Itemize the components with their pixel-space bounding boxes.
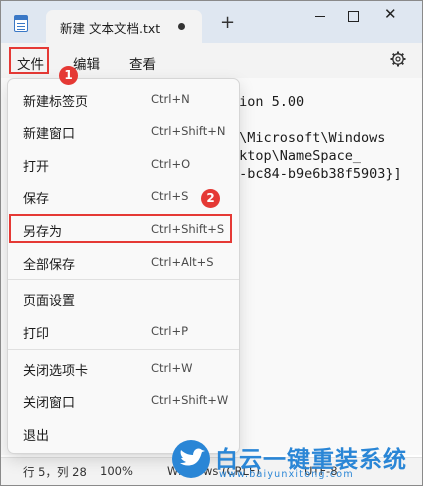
file-menu-dropdown: 新建标签页 Ctrl+N 新建窗口 Ctrl+Shift+N 打开 Ctrl+O… [7,78,240,454]
tab-title: 新建 文本文档.txt [60,21,161,36]
title-bar: 新建 文本文档.txt + ✕ [1,1,422,43]
menu-item-shortcut: Ctrl+O [151,157,191,171]
menu-item-new-window[interactable]: 新建窗口 Ctrl+Shift+N [8,116,239,146]
step-badge-2: 2 [201,189,220,208]
menu-edit[interactable]: 编辑 [73,53,100,73]
menu-item-shortcut: Ctrl+Alt+S [151,255,214,269]
menu-item-label: 打印 [23,327,50,342]
menu-item-page-setup[interactable]: 页面设置 [8,283,239,313]
watermark-url: www.baiyunxitong.com [219,469,354,480]
editor-line: E\Microsoft\Windows [231,130,386,146]
save-as-highlight [9,214,232,243]
menu-view[interactable]: 查看 [129,53,156,73]
menu-item-new-tab[interactable]: 新建标签页 Ctrl+N [8,84,239,114]
minimize-icon[interactable] [315,16,325,17]
step-badge-1: 1 [59,66,78,85]
editor-line: sion 5.00 [231,94,305,110]
menu-item-label: 页面设置 [23,294,76,309]
unsaved-dot-icon[interactable] [178,23,185,30]
zoom-level: 100% [100,464,133,478]
menu-item-shortcut: Ctrl+S [151,189,189,203]
close-icon[interactable]: ✕ [384,7,397,22]
menu-item-label: 新建标签页 [23,95,89,110]
editor-line: c-bc84-b9e6b38f5903}] [231,166,402,182]
menu-item-label: 关闭窗口 [23,396,76,411]
menu-item-shortcut: Ctrl+N [151,92,190,106]
menu-item-shortcut: Ctrl+W [151,361,193,375]
menu-item-print[interactable]: 打印 Ctrl+P [8,316,239,346]
menu-item-shortcut: Ctrl+P [151,324,189,338]
menu-item-shortcut: Ctrl+Shift+N [151,124,226,138]
watermark-logo: 白云一键重装系统 www.baiyunxitong.com [171,439,421,485]
maximize-icon[interactable] [348,11,359,22]
menu-item-save-all[interactable]: 全部保存 Ctrl+Alt+S [8,247,239,277]
menu-item-open[interactable]: 打开 Ctrl+O [8,149,239,179]
cursor-position: 行 5，列 28 [23,465,87,479]
menu-item-close-tab[interactable]: 关闭选项卡 Ctrl+W [8,353,239,383]
bird-logo-icon [172,440,210,478]
gear-icon[interactable] [390,51,406,67]
notepad-window: 新建 文本文档.txt + ✕ 文件 编辑 查看 sion 5.00 E\Mic… [0,0,423,486]
editor-line: sktop\NameSpace_ [231,148,362,164]
file-menu-highlight [9,47,49,74]
menu-item-label: 退出 [23,429,50,444]
menu-separator [8,279,239,280]
menu-item-label: 关闭选项卡 [23,364,89,379]
menu-item-label: 新建窗口 [23,127,76,142]
menu-item-shortcut: Ctrl+Shift+W [151,393,229,407]
menu-item-close-window[interactable]: 关闭窗口 Ctrl+Shift+W [8,385,239,415]
menu-item-label: 保存 [23,192,50,207]
menu-separator [8,349,239,350]
menu-item-label: 全部保存 [23,258,76,273]
notepad-app-icon [14,15,28,32]
new-tab-button[interactable]: + [220,14,235,32]
tab-document[interactable]: 新建 文本文档.txt [46,10,202,43]
menu-item-label: 打开 [23,160,50,175]
